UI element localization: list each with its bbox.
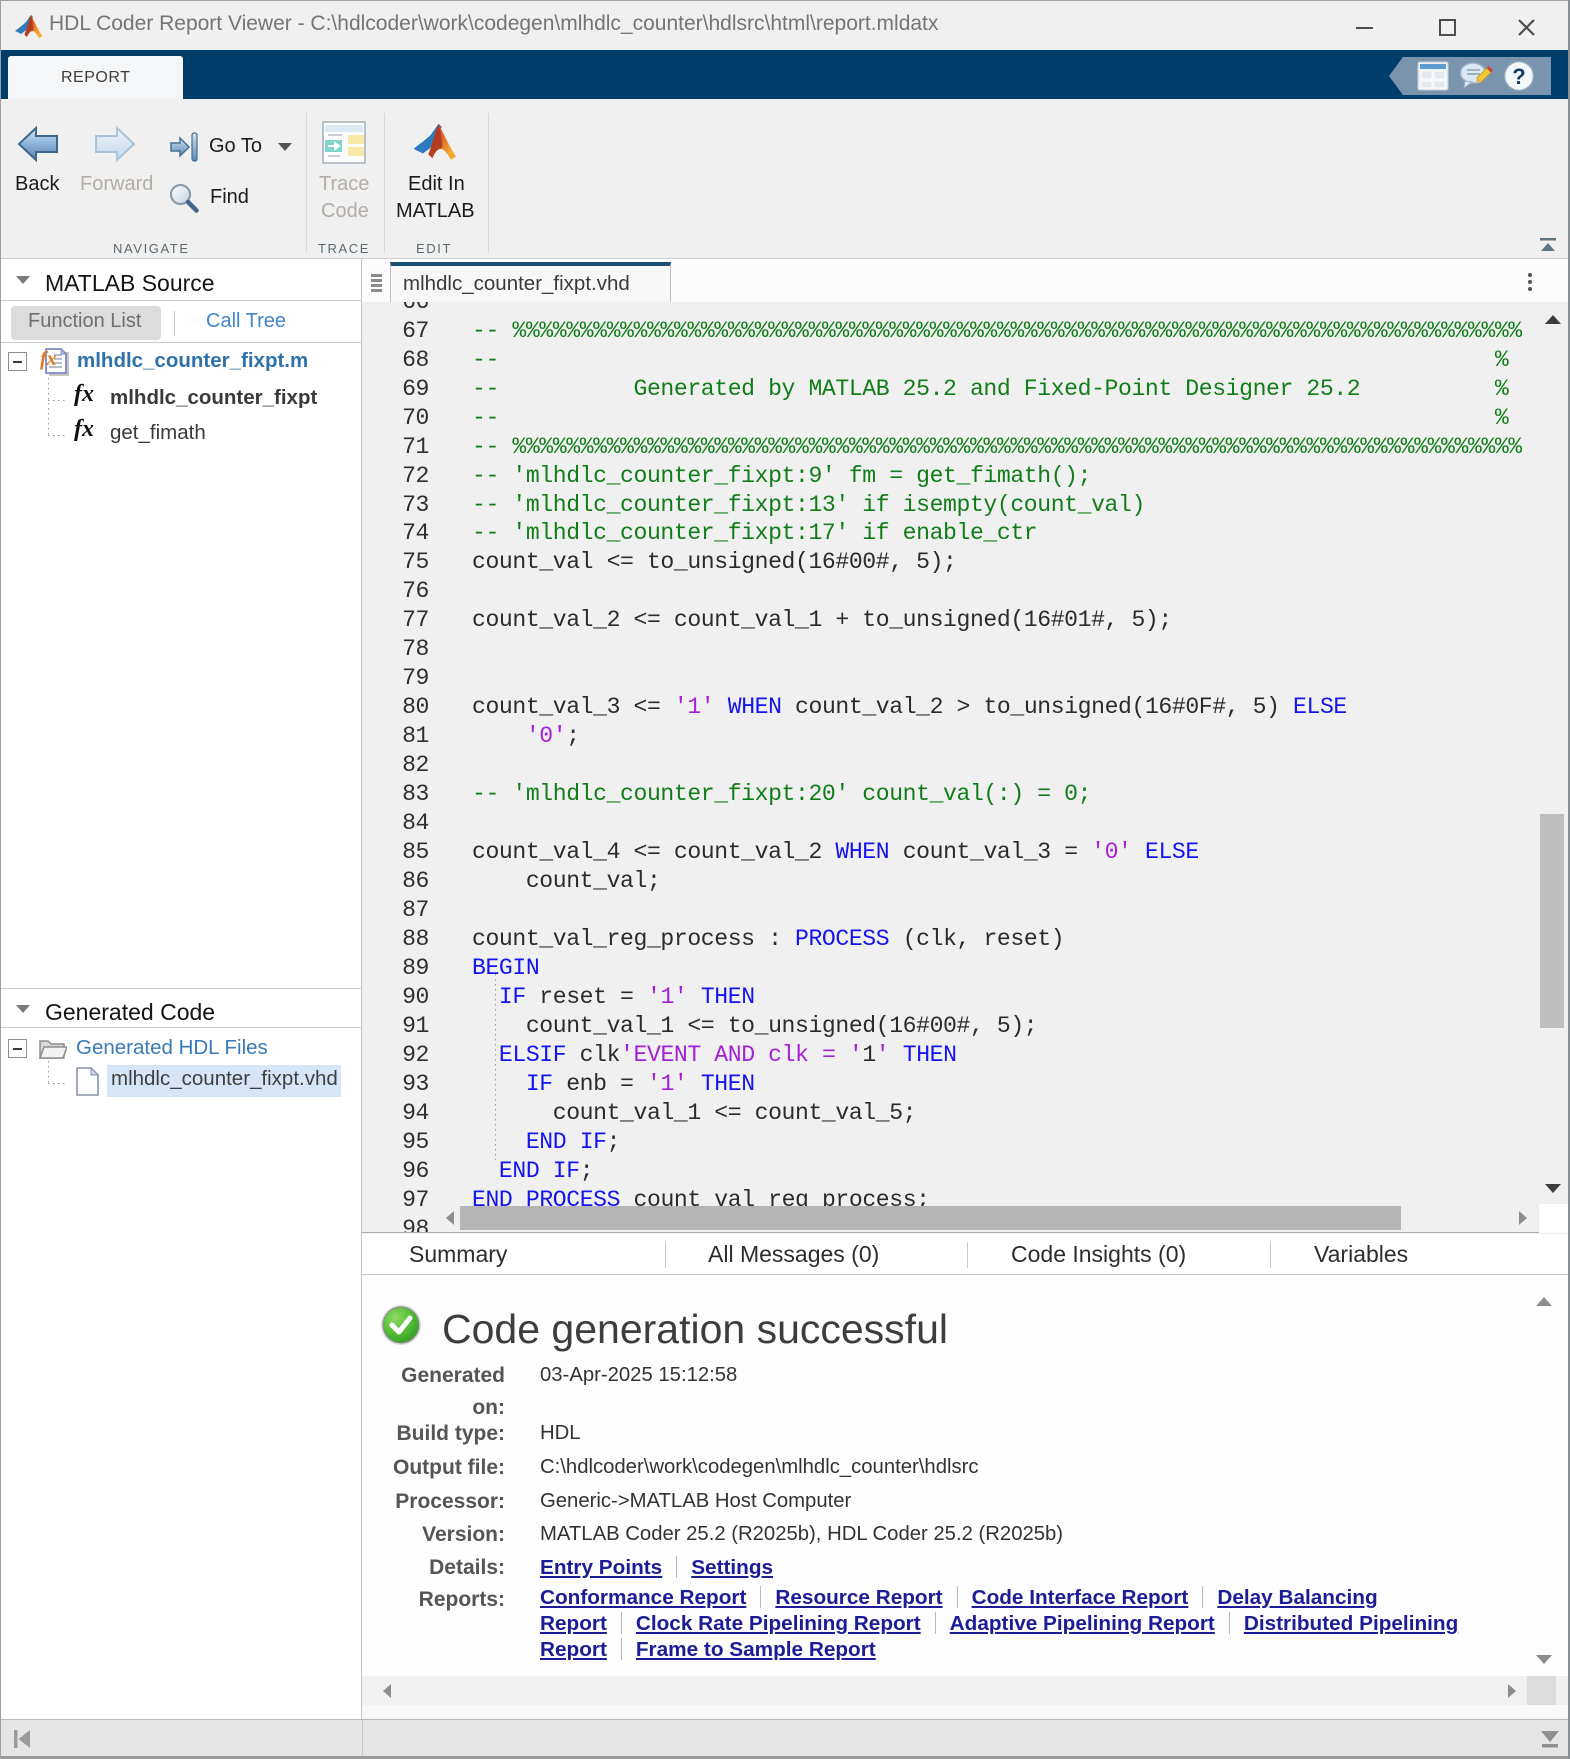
svg-text:?: ? <box>1512 64 1525 89</box>
svg-text:fx: fx <box>40 348 57 370</box>
